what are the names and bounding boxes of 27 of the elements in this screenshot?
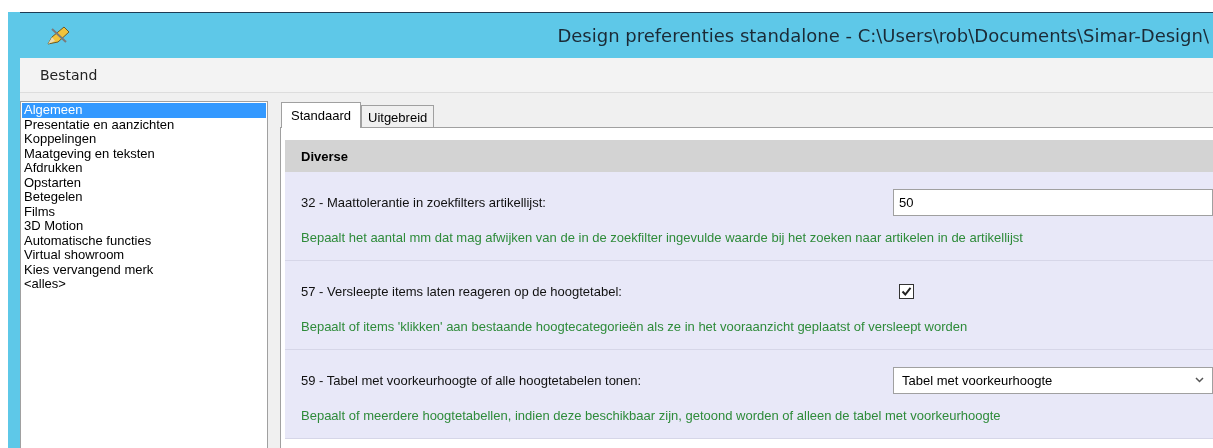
setting-label: 59 - Tabel met voorkeurhoogte of alle hoogtetabelen tonen: (301, 372, 643, 388)
section-header: Diverse (285, 140, 1213, 172)
chevron-down-icon (1195, 377, 1204, 383)
setting-description: Bepaalt of items 'klikken' aan bestaande hoogtecategorieën als ze in het vooraanzicht geplaatst of versleept worden (301, 319, 969, 336)
sidebar-item[interactable]: Kies vervangend merk (22, 262, 266, 277)
sidebar-item[interactable]: <alles> (22, 277, 266, 292)
tab[interactable]: Standaard (281, 102, 361, 128)
sidebar-item[interactable]: Automatische functies (22, 233, 266, 248)
setting-description: Bepaalt of meerdere hoogtetabellen, indien deze beschikbaar zijn, getoond worden of alleen de tabel met voorkeurhoogte (301, 408, 1002, 425)
sidebar-item[interactable]: Koppelingen (22, 132, 266, 147)
sidebar-item[interactable]: Opstarten (22, 175, 266, 190)
sidebar-item[interactable]: Afdrukken (22, 161, 266, 176)
sidebar-item[interactable]: 3D Motion (22, 219, 266, 234)
sidebar-item[interactable]: Betegelen (22, 190, 266, 205)
setting-description: Bepaalt het aantal mm dat mag afwijken van de in de zoekfilter ingevulde waarde bij het zoeken naar artikelen in de artikellijst (301, 230, 1024, 247)
menu-item[interactable]: Bestand (30, 63, 108, 87)
dropdown[interactable]: Tabel met voorkeurhoogte (893, 366, 1213, 394)
checkbox[interactable] (899, 283, 914, 299)
window-title: Design preferenties standalone - C:\Users\rob\Documents\Simar-Design\ (556, 25, 1210, 46)
tab[interactable]: Uitgebreid (361, 105, 435, 127)
sidebar-item[interactable]: Films (22, 204, 266, 219)
sidebar-item[interactable]: Maatgeving en teksten (22, 146, 266, 161)
sidebar-item[interactable]: Presentatie en aanzichten (22, 117, 266, 132)
input-field[interactable]: 50 (893, 188, 1213, 216)
setting-label: 57 - Versleepte items laten reageren op de hoogtetabel: (301, 283, 623, 299)
sidebar-item[interactable]: Virtual showroom (22, 248, 266, 263)
setting-label: 32 - Maattolerantie in zoekfilters artikellijst: (301, 194, 547, 210)
